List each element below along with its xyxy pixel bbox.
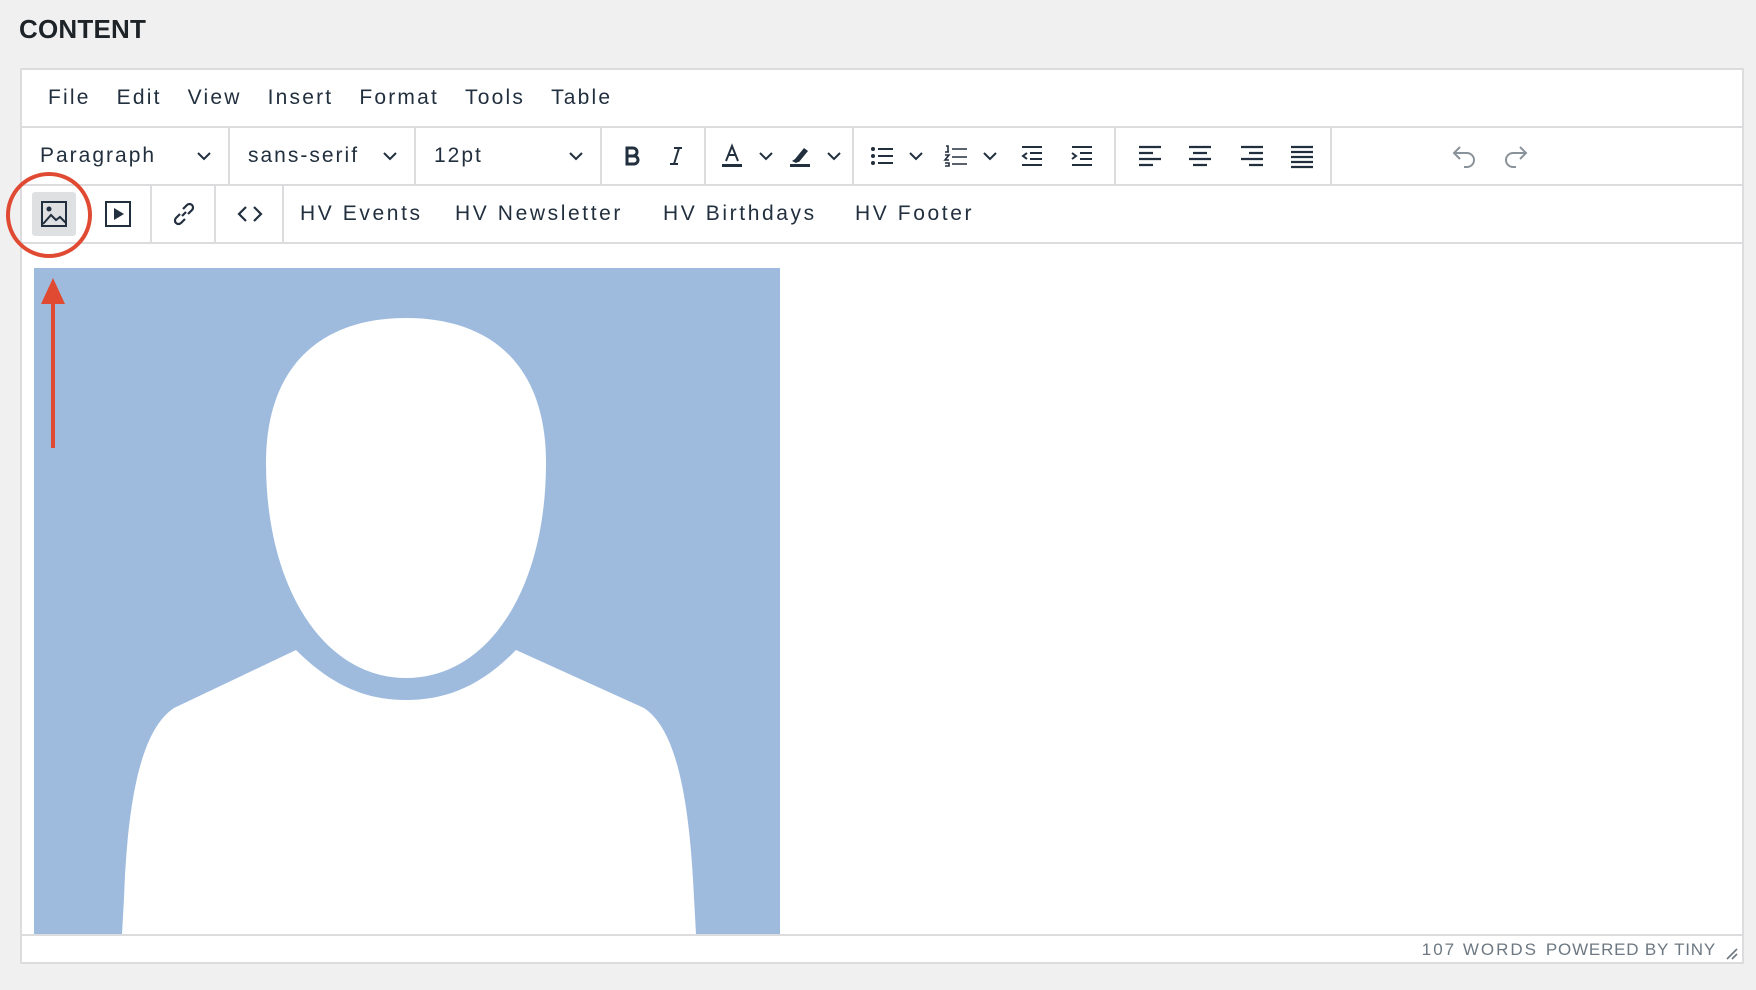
menu-tools[interactable]: Tools — [455, 86, 535, 110]
chevron-down-icon — [383, 152, 397, 161]
font-size-value: 12pt — [434, 144, 483, 167]
chevron-down-icon[interactable] — [982, 148, 998, 164]
menu-edit[interactable]: Edit — [107, 86, 172, 110]
image-icon — [41, 201, 67, 227]
bullet-list-icon — [871, 147, 893, 165]
menubar: File Edit View Insert Format Tools Table — [22, 70, 1742, 128]
person-silhouette-icon — [122, 318, 696, 934]
indent-button[interactable] — [1060, 134, 1104, 178]
numbered-list-icon — [943, 145, 967, 167]
insert-media-button[interactable] — [96, 192, 140, 236]
menu-view[interactable]: View — [178, 86, 252, 110]
menu-format[interactable]: Format — [349, 86, 449, 110]
undo-icon — [1452, 146, 1475, 168]
block-format-value: Paragraph — [40, 144, 157, 167]
profile-placeholder-image[interactable] — [34, 268, 780, 934]
rich-text-editor: File Edit View Insert Format Tools Table… — [20, 68, 1744, 964]
insert-link-button[interactable] — [162, 192, 206, 236]
statusbar: 107 WORDS POWERED BY TINY — [22, 934, 1742, 962]
chevron-down-icon — [197, 152, 211, 161]
bullet-list-button[interactable] — [860, 134, 904, 178]
font-family-value: sans-serif — [248, 144, 360, 167]
align-justify-icon — [1291, 145, 1313, 169]
undo-button[interactable] — [1442, 134, 1486, 178]
word-count[interactable]: 107 WORDS — [1422, 940, 1538, 960]
align-left-icon — [1139, 145, 1161, 167]
text-color-icon — [722, 143, 742, 167]
chevron-down-icon[interactable] — [908, 148, 924, 164]
block-format-select[interactable]: Paragraph — [22, 128, 230, 184]
template-hv-events[interactable]: HV Events — [300, 186, 423, 242]
insert-image-button[interactable] — [32, 192, 76, 236]
bold-button[interactable] — [610, 134, 654, 178]
formatting-toolbar: Paragraph sans-serif 12pt — [22, 128, 1742, 186]
menu-table[interactable]: Table — [541, 86, 622, 110]
align-right-button[interactable] — [1230, 134, 1274, 178]
indent-icon — [1071, 146, 1092, 166]
template-hv-newsletter[interactable]: HV Newsletter — [455, 186, 623, 242]
template-hv-footer[interactable]: HV Footer — [855, 186, 974, 242]
font-family-select[interactable]: sans-serif — [230, 128, 416, 184]
outdent-icon — [1021, 146, 1042, 166]
code-group — [216, 186, 284, 242]
highlight-color-button[interactable] — [778, 134, 822, 178]
insert-toolbar: HV Events HV Newsletter HV Birthdays HV … — [22, 186, 1742, 244]
media-icon — [105, 201, 131, 227]
align-justify-button[interactable] — [1280, 134, 1324, 178]
outdent-button[interactable] — [1010, 134, 1054, 178]
chevron-down-icon[interactable] — [758, 148, 774, 164]
font-size-select[interactable]: 12pt — [416, 128, 602, 184]
link-icon — [173, 202, 195, 226]
code-icon — [237, 206, 263, 222]
text-color-button[interactable] — [710, 134, 754, 178]
chevron-down-icon — [569, 152, 583, 161]
source-code-button[interactable] — [228, 192, 272, 236]
numbered-list-button[interactable] — [934, 134, 978, 178]
align-right-icon — [1241, 145, 1263, 167]
template-hv-birthdays[interactable]: HV Birthdays — [663, 186, 817, 242]
section-title: CONTENT — [19, 14, 147, 44]
highlight-color-icon — [790, 148, 810, 167]
menu-insert[interactable]: Insert — [258, 86, 344, 110]
menu-file[interactable]: File — [38, 86, 101, 110]
redo-button[interactable] — [1494, 134, 1538, 178]
color-group — [706, 128, 854, 184]
chevron-down-icon[interactable] — [826, 148, 842, 164]
list-indent-group — [854, 128, 1116, 184]
redo-icon — [1505, 146, 1528, 168]
link-group — [152, 186, 216, 242]
media-group — [22, 186, 152, 242]
alignment-group — [1116, 128, 1332, 184]
resize-handle-icon[interactable] — [1722, 944, 1738, 960]
italic-button[interactable] — [654, 134, 698, 178]
powered-by-link[interactable]: POWERED BY TINY — [1546, 940, 1716, 960]
bold-icon — [625, 146, 640, 166]
align-center-icon — [1189, 145, 1211, 167]
bold-italic-group — [602, 128, 706, 184]
align-left-button[interactable] — [1128, 134, 1172, 178]
align-center-button[interactable] — [1178, 134, 1222, 178]
italic-icon — [670, 147, 682, 165]
editor-content-area[interactable] — [22, 244, 1742, 934]
